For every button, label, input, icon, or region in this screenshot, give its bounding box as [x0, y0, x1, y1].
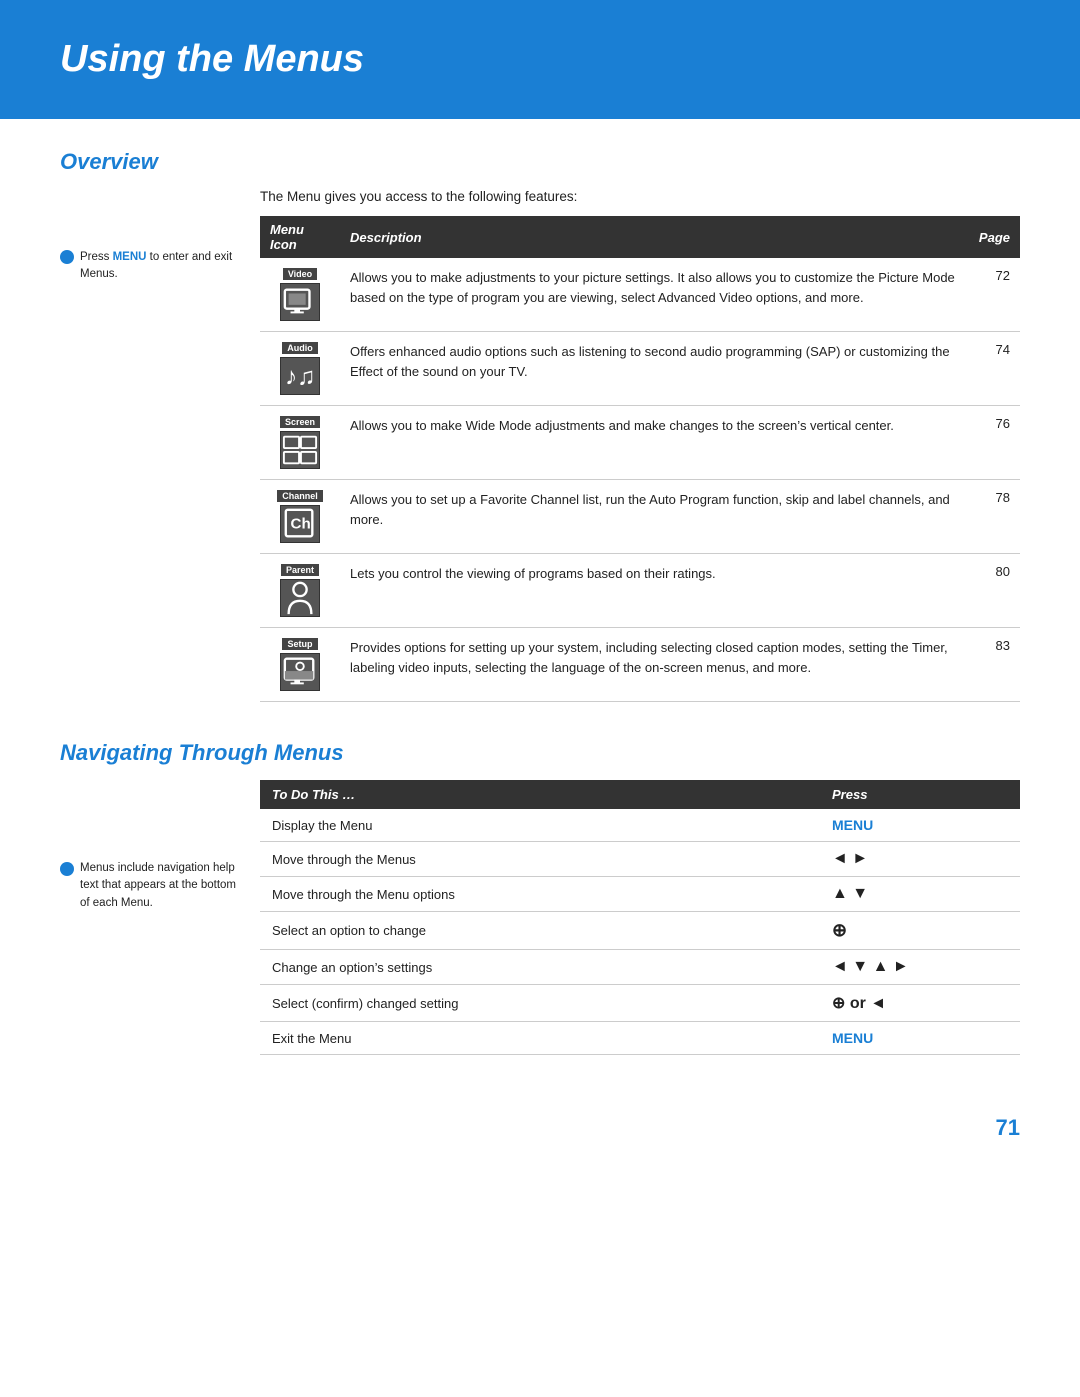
overview-table-row: Audio ♪♫ Offers enhanced audio options s… [260, 332, 1020, 406]
svg-text:Ch: Ch [291, 516, 311, 533]
nav-sidebar-note: Menus include navigation help text that … [60, 860, 242, 912]
overview-sidebar-note: Press MENU to enter and exit Menus. [60, 249, 242, 284]
nav-table-header-row: To Do This … Press [260, 780, 1020, 809]
overview-table-row: Setup Provides options for setting up yo… [260, 628, 1020, 702]
nav-table-row: Exit the MenuMENU [260, 1022, 1020, 1055]
nav-table-row: Move through the Menus◄ ► [260, 842, 1020, 877]
col-icon-header: Menu Icon [260, 216, 340, 258]
overview-table-row: Parent Lets you control the viewing of p… [260, 554, 1020, 628]
menu-desc-cell: Offers enhanced audio options such as li… [340, 332, 969, 406]
nav-sidebar: Menus include navigation help text that … [60, 780, 260, 1055]
nav-table-row: Select an option to change⊕ [260, 912, 1020, 950]
nav-press-cell: MENU [820, 809, 1020, 842]
page-footer: 71 [0, 1095, 1080, 1161]
page-number: 71 [996, 1115, 1020, 1140]
menu-word-highlight: MENU [113, 251, 147, 263]
menu-icon-img [280, 653, 320, 691]
nav-todo-cell: Exit the Menu [260, 1022, 820, 1055]
menu-icon-container: Screen [270, 416, 330, 469]
overview-sidebar-text: Press MENU to enter and exit Menus. [80, 249, 242, 284]
nav-table-wrap: To Do This … Press Display the MenuMENUM… [260, 780, 1020, 1055]
menu-icon-label: Setup [282, 638, 317, 650]
nav-press-cell: MENU [820, 1022, 1020, 1055]
menu-page-cell: 72 [969, 258, 1020, 332]
overview-table-header-row: Menu Icon Description Page [260, 216, 1020, 258]
nav-todo-cell: Move through the Menu options [260, 877, 820, 912]
nav-heading: Navigating Through Menus [60, 740, 1020, 766]
menu-page-cell: 74 [969, 332, 1020, 406]
page-header: Using the Menus [0, 0, 1080, 119]
nav-press-cell: ◄ ► [820, 842, 1020, 877]
nav-table-row: Move through the Menu options▲ ▼ [260, 877, 1020, 912]
nav-table-row: Change an option’s settings◄ ▼ ▲ ► [260, 950, 1020, 985]
menu-desc-cell: Allows you to make Wide Mode adjustments… [340, 406, 969, 480]
menu-icon-cell: Parent [260, 554, 340, 628]
col-todo-header: To Do This … [260, 780, 820, 809]
overview-heading: Overview [60, 149, 1020, 175]
menu-icon-container: Audio ♪♫ [270, 342, 330, 395]
nav-press-cell: ⊕ or ◄ [820, 985, 1020, 1022]
nav-press-cell: ◄ ▼ ▲ ► [820, 950, 1020, 985]
overview-table-row: Channel Ch Allows you to set up a Favori… [260, 480, 1020, 554]
menu-icon-label: Screen [280, 416, 320, 428]
menu-icon-cell: Video [260, 258, 340, 332]
menu-desc-cell: Lets you control the viewing of programs… [340, 554, 969, 628]
nav-section: Navigating Through Menus Menus include n… [60, 740, 1020, 1055]
menu-icon-img: ♪♫ [280, 357, 320, 395]
col-desc-header: Description [340, 216, 969, 258]
menu-icon-container: Channel Ch [270, 490, 330, 543]
menu-icon-container: Parent [270, 564, 330, 617]
nav-sidebar-text: Menus include navigation help text that … [80, 860, 242, 912]
svg-text:♪♫: ♪♫ [285, 364, 316, 391]
nav-todo-cell: Display the Menu [260, 809, 820, 842]
nav-table: To Do This … Press Display the MenuMENUM… [260, 780, 1020, 1055]
menu-icon-img [280, 431, 320, 469]
overview-table-wrap: The Menu gives you access to the followi… [260, 189, 1020, 702]
overview-table-row: Video Allows you to make adjustments to … [260, 258, 1020, 332]
menu-page-cell: 76 [969, 406, 1020, 480]
menu-page-cell: 83 [969, 628, 1020, 702]
menu-icon-label: Parent [281, 564, 319, 576]
menu-icon-container: Video [270, 268, 330, 321]
menu-icon-img [280, 283, 320, 321]
nav-todo-cell: Select (confirm) changed setting [260, 985, 820, 1022]
menu-icon-badge [60, 250, 74, 264]
menu-page-cell: 80 [969, 554, 1020, 628]
nav-todo-cell: Change an option’s settings [260, 950, 820, 985]
nav-layout: Menus include navigation help text that … [60, 780, 1020, 1055]
menu-desc-cell: Allows you to set up a Favorite Channel … [340, 480, 969, 554]
menu-icon-label: Channel [277, 490, 323, 502]
overview-intro: The Menu gives you access to the followi… [260, 189, 1020, 204]
overview-table: Menu Icon Description Page Video Allows … [260, 216, 1020, 702]
nav-press-cell: ▲ ▼ [820, 877, 1020, 912]
nav-press-cell: ⊕ [820, 912, 1020, 950]
menu-icon-cell: Screen [260, 406, 340, 480]
nav-todo-cell: Select an option to change [260, 912, 820, 950]
menu-page-cell: 78 [969, 480, 1020, 554]
menu-icon-container: Setup [270, 638, 330, 691]
nav-table-row: Select (confirm) changed setting⊕ or ◄ [260, 985, 1020, 1022]
nav-icon-badge [60, 862, 74, 876]
menu-icon-label: Audio [282, 342, 318, 354]
nav-table-row: Display the MenuMENU [260, 809, 1020, 842]
menu-icon-img [280, 579, 320, 617]
nav-todo-cell: Move through the Menus [260, 842, 820, 877]
menu-icon-label: Video [283, 268, 317, 280]
page-title: Using the Menus [60, 38, 1020, 81]
menu-desc-cell: Allows you to make adjustments to your p… [340, 258, 969, 332]
menu-desc-cell: Provides options for setting up your sys… [340, 628, 969, 702]
overview-table-row: Screen Allows you to make Wide Mode adju… [260, 406, 1020, 480]
overview-sidebar: Press MENU to enter and exit Menus. [60, 189, 260, 702]
overview-section: Overview Press MENU to enter and exit Me… [60, 149, 1020, 702]
menu-icon-cell: Setup [260, 628, 340, 702]
menu-icon-img: Ch [280, 505, 320, 543]
col-press-header: Press [820, 780, 1020, 809]
menu-icon-cell: Audio ♪♫ [260, 332, 340, 406]
menu-icon-cell: Channel Ch [260, 480, 340, 554]
page-content: Overview Press MENU to enter and exit Me… [0, 149, 1080, 1055]
overview-layout: Press MENU to enter and exit Menus. The … [60, 189, 1020, 702]
col-page-header: Page [969, 216, 1020, 258]
